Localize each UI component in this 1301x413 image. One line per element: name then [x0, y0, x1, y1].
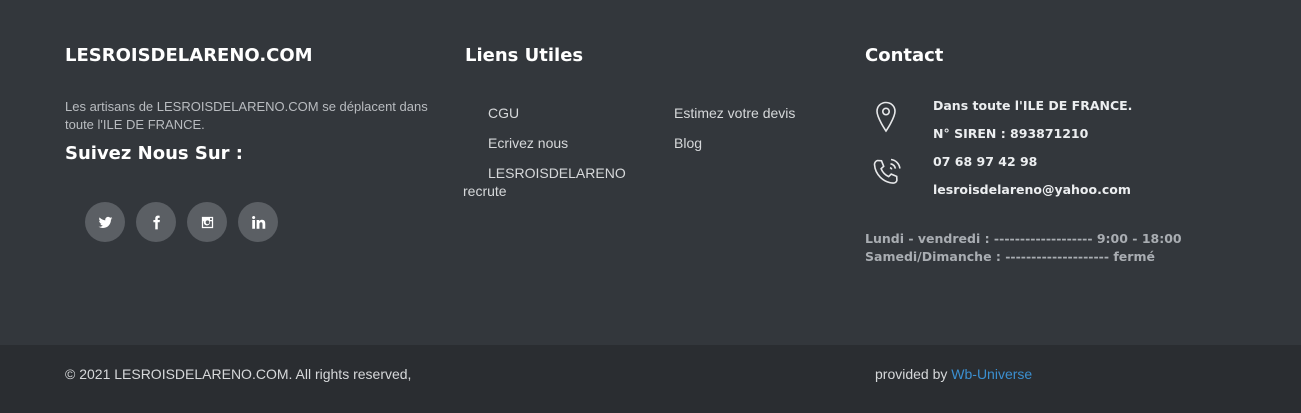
contact-email[interactable]: lesroisdelareno@yahoo.com	[933, 182, 1131, 198]
provided-by: provided by Wb-Universe	[875, 366, 1032, 382]
linkedin-button[interactable]	[238, 202, 278, 242]
hours-weekdays: Lundi - vendredi : ------------------- 9…	[865, 231, 1182, 246]
link-estimez-devis[interactable]: Estimez votre devis	[674, 104, 795, 122]
copyright-text: © 2021 LESROISDELARENO.COM. All rights r…	[65, 366, 412, 382]
opening-hours: Lundi - vendredi : ------------------- 9…	[865, 230, 1182, 266]
instagram-icon	[201, 216, 213, 228]
linkedin-icon	[251, 215, 265, 229]
map-pin-icon	[875, 101, 897, 138]
link-ecrivez-nous[interactable]: Ecrivez nous	[488, 134, 568, 152]
twitter-button[interactable]	[85, 202, 125, 242]
phone-icon	[871, 156, 905, 193]
hours-weekend: Samedi/Dimanche : -------------------- f…	[865, 249, 1155, 264]
follow-title: Suivez Nous Sur :	[65, 143, 243, 164]
instagram-button[interactable]	[187, 202, 227, 242]
facebook-icon	[152, 215, 160, 229]
facebook-button[interactable]	[136, 202, 176, 242]
twitter-icon	[98, 216, 112, 228]
link-blog[interactable]: Blog	[674, 134, 702, 152]
link-recrute[interactable]: LESROISDELARENO recrute	[463, 164, 626, 200]
footer-main: LESROISDELARENO.COM Les artisans de LESR…	[0, 0, 1301, 345]
links-title: Liens Utiles	[465, 45, 584, 66]
social-links	[85, 202, 278, 242]
provided-by-label: provided by	[875, 366, 952, 382]
contact-phone[interactable]: 07 68 97 42 98	[933, 154, 1037, 170]
contact-siren: N° SIREN : 893871210	[933, 126, 1089, 141]
footer-bottom-bar: © 2021 LESROISDELARENO.COM. All rights r…	[0, 345, 1301, 413]
contact-column: Contact Dans toute l'ILE DE FRANCE. N° S…	[865, 44, 1245, 264]
about-description: Les artisans de LESROISDELARENO.COM se d…	[65, 99, 428, 132]
contact-area: Dans toute l'ILE DE FRANCE.	[933, 98, 1133, 113]
about-column: LESROISDELARENO.COM Les artisans de LESR…	[65, 44, 445, 242]
provider-link[interactable]: Wb-Universe	[951, 366, 1032, 382]
contact-title: Contact	[865, 45, 944, 66]
link-cgu[interactable]: CGU	[488, 104, 519, 122]
about-title: LESROISDELARENO.COM	[65, 45, 313, 66]
links-column: Liens Utiles CGU Ecrivez nous LESROISDEL…	[463, 44, 845, 199]
